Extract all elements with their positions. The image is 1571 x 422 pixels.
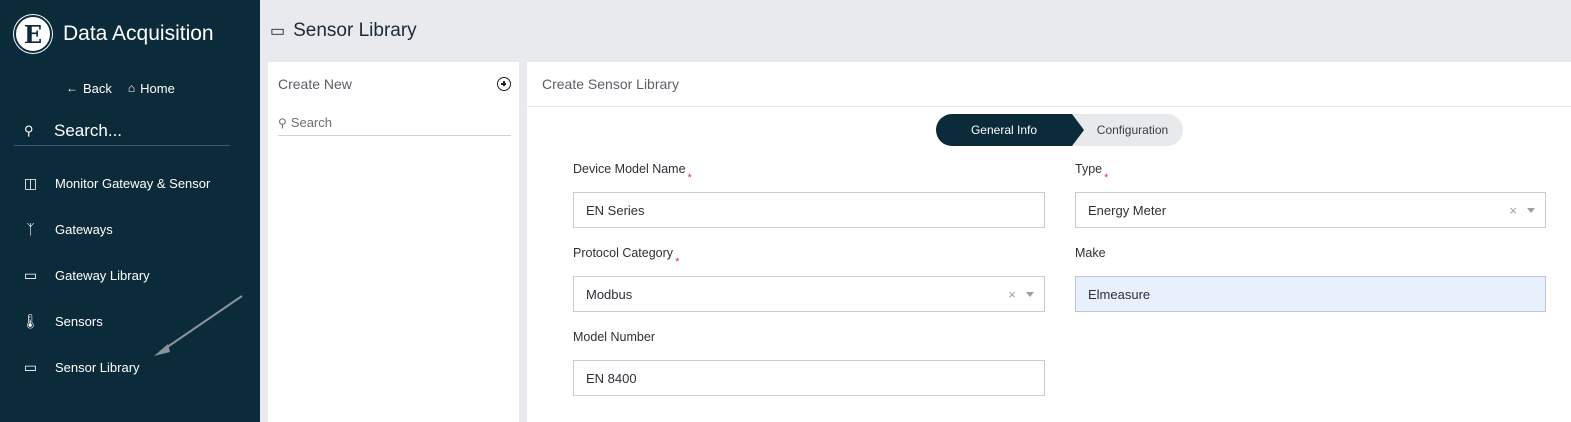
book-icon: ▭ [23, 358, 38, 375]
model-number-label: Model Number [573, 330, 655, 344]
protocol-category-select[interactable]: Modbus × [573, 276, 1045, 312]
app-logo: E [14, 15, 52, 53]
input-value: Elmeasure [1088, 286, 1151, 302]
list-search-input[interactable]: ⚲ Search [278, 110, 511, 136]
model-number-input[interactable]: EN 8400 [573, 360, 1045, 396]
thermometer-icon: 🌡 [21, 312, 40, 329]
arrow-left-icon: ← [66, 81, 78, 95]
search-icon: ⚲ [278, 115, 287, 130]
type-select[interactable]: Energy Meter × [1075, 192, 1546, 228]
device-model-name-label: Device Model Name* [573, 162, 692, 184]
make-input[interactable]: Elmeasure [1075, 276, 1546, 312]
select-controls: × [1008, 277, 1034, 311]
sidebar-item-gateway-library[interactable]: ▭ Gateway Library [0, 258, 260, 292]
sidebar-item-label: Sensor Library [55, 359, 140, 375]
nav-links: ← Back ⌂ Home [58, 78, 183, 98]
required-marker: * [687, 172, 692, 184]
pointer-arrow-annotation [154, 295, 243, 356]
select-value: Energy Meter [1088, 202, 1167, 218]
field-label-text: Model Number [573, 330, 655, 344]
back-label: Back [83, 80, 112, 96]
sidebar-item-label: Sensors [55, 313, 103, 329]
home-button[interactable]: ⌂ Home [120, 78, 183, 98]
field-label-text: Type [1075, 162, 1103, 176]
page-title: Sensor Library [293, 20, 417, 41]
page-header: ▭ Sensor Library [260, 0, 1571, 62]
clear-icon[interactable]: × [1509, 203, 1517, 218]
sidebar: E Data Acquisition ← Back ⌂ Home ⚲ Searc… [0, 0, 260, 422]
type-label: Type* [1075, 162, 1108, 184]
required-marker: * [675, 256, 680, 268]
home-icon: ⌂ [127, 81, 136, 95]
chevron-down-icon[interactable] [1026, 291, 1034, 297]
form-panel: Create Sensor Library General Info Confi… [527, 62, 1571, 422]
list-search-placeholder: Search [290, 115, 332, 130]
field-label-text: Protocol Category [573, 246, 674, 260]
device-model-name-input[interactable]: EN Series [573, 192, 1045, 228]
book-icon: ▭ [23, 266, 38, 283]
field-label-text: Make [1075, 246, 1106, 260]
fork-icon: ᛉ [26, 221, 35, 237]
brand[interactable]: E Data Acquisition [14, 14, 214, 54]
protocol-category-label: Protocol Category* [573, 246, 679, 268]
search-icon: ⚲ [24, 122, 34, 138]
create-new-panel: Create New ⚲ Search [268, 62, 519, 422]
step-tabs: General Info Configuration [936, 114, 1183, 146]
required-marker: * [1104, 172, 1109, 184]
form-title: Create Sensor Library [527, 62, 1571, 107]
dashboard-icon: ◫ [23, 174, 38, 191]
sidebar-item-gateways[interactable]: ᛉ Gateways [0, 212, 260, 246]
select-controls: × [1509, 193, 1535, 227]
input-value: EN Series [586, 202, 645, 218]
clear-icon[interactable]: × [1008, 287, 1016, 302]
chevron-down-icon[interactable] [1527, 207, 1535, 213]
app-title: Data Acquisition [63, 22, 214, 45]
make-label: Make [1075, 246, 1106, 260]
sidebar-search-input[interactable]: Search... [54, 121, 122, 141]
input-value: EN 8400 [586, 370, 637, 386]
field-label-text: Device Model Name [573, 162, 686, 176]
sidebar-item-monitor-gateway-sensor[interactable]: ◫ Monitor Gateway & Sensor [0, 166, 260, 200]
sidebar-item-label: Monitor Gateway & Sensor [55, 175, 211, 191]
sidebar-item-label: Gateway Library [55, 267, 150, 283]
sidebar-search[interactable]: ⚲ Search... [14, 116, 230, 146]
select-value: Modbus [586, 286, 633, 302]
add-circle-icon[interactable] [497, 77, 511, 91]
book-icon: ▭ [270, 23, 286, 40]
back-button[interactable]: ← Back [58, 78, 120, 98]
home-label: Home [140, 80, 175, 96]
create-new-title: Create New [278, 76, 352, 92]
sidebar-item-label: Gateways [55, 221, 113, 237]
tab-configuration[interactable]: Configuration [1072, 114, 1183, 146]
create-new-header: Create New [278, 76, 511, 92]
tab-general-info[interactable]: General Info [936, 114, 1084, 146]
